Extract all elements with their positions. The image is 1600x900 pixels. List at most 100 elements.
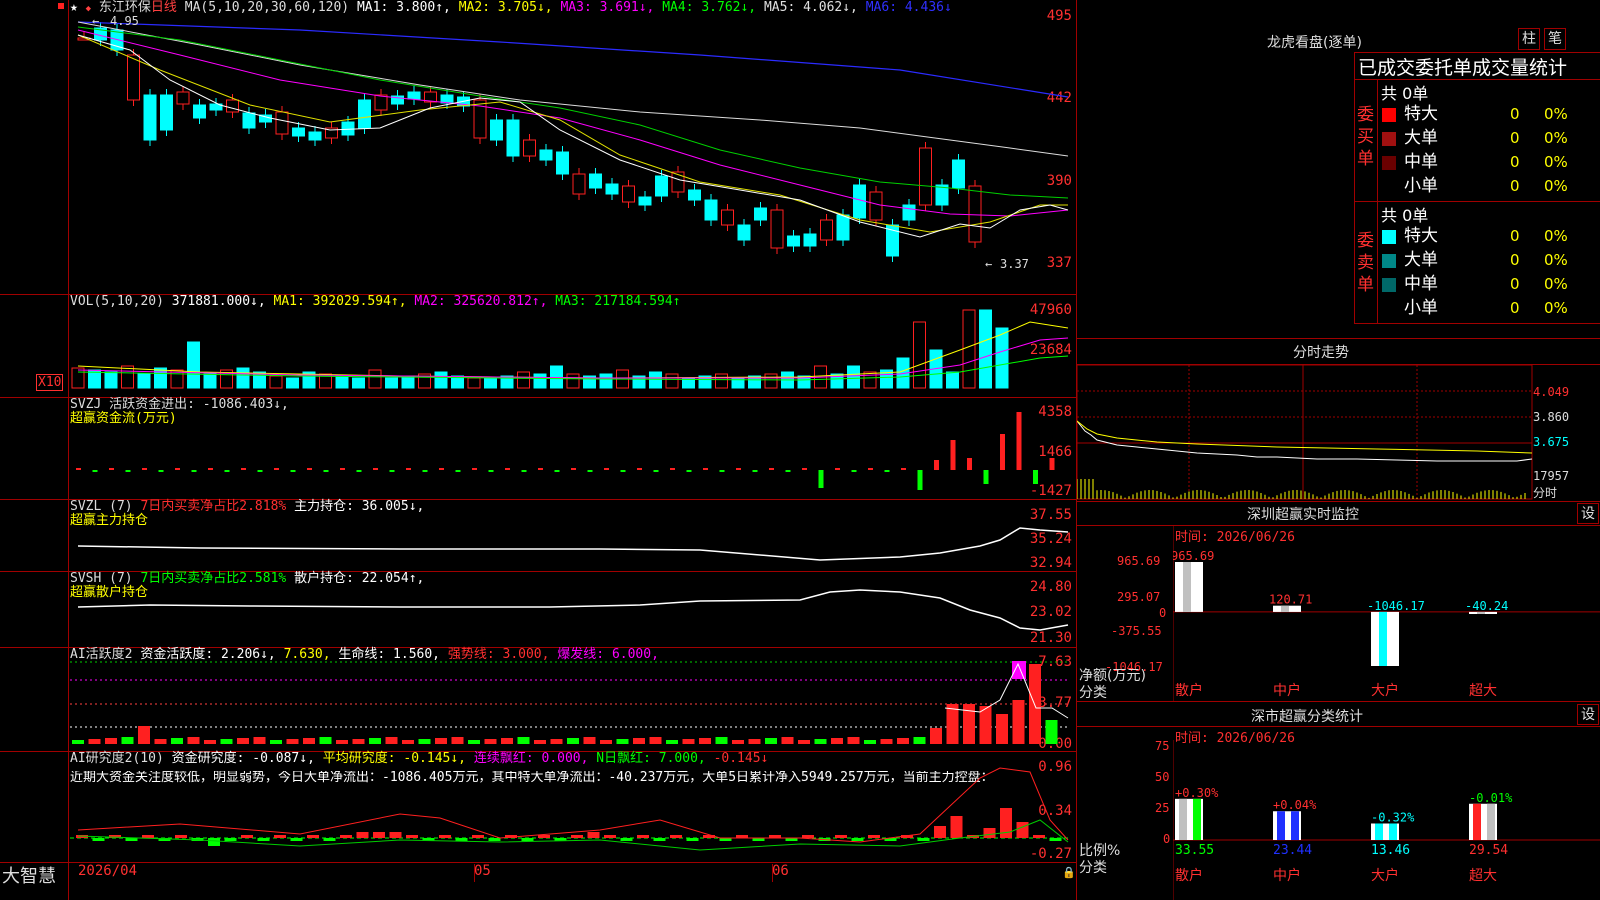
stat-axis-label: 75: [1155, 739, 1170, 753]
ai-activity-bar: [220, 739, 233, 744]
ai-research-bar: [1049, 838, 1062, 841]
ai-activity-bar: [105, 738, 117, 744]
intraday-footer: 分时: [1533, 486, 1558, 500]
ai-activity-bar: [732, 740, 744, 744]
lock-icon[interactable]: 🔒: [1062, 866, 1076, 879]
stat-bar-shade: [1389, 823, 1397, 840]
volume-bar: [137, 373, 151, 389]
ai-research-bar: [323, 838, 336, 841]
ai-research-bar: [868, 835, 880, 838]
order-type-label: 小单: [1404, 298, 1438, 318]
svzj-bar: [389, 470, 395, 472]
order-count: 0: [1510, 299, 1520, 317]
order-percent: 0%: [1544, 275, 1568, 293]
volume-bar: [599, 373, 613, 389]
ai-research-bar: [142, 835, 154, 838]
ai-research-bar: [917, 838, 930, 841]
ai-research-bar: [125, 838, 138, 841]
main-chart-area[interactable]: 495 442 390 337 ★ ◆ 东江环保日线 MA(5,10,20,30…: [0, 0, 1076, 900]
ai-research-bar: [224, 838, 237, 841]
svzj-bar: [736, 468, 741, 470]
order-color-swatch: [1382, 132, 1396, 146]
ai-activity-bar: [633, 738, 645, 744]
stat-category: 散户: [1175, 867, 1203, 884]
stat-bar-shade: [1277, 811, 1285, 840]
svzj-bar: [422, 470, 428, 472]
order-count: 0: [1510, 227, 1520, 245]
tab-bar-view[interactable]: 柱: [1518, 28, 1540, 50]
intraday-panel[interactable]: 分时走势 4.049 3.860 3.675 17957 分时: [1077, 339, 1600, 501]
volume-bar: [550, 365, 563, 389]
volume-bar: [104, 371, 118, 389]
svzj-bar: [538, 468, 543, 470]
svzj-bar: [785, 470, 791, 472]
date-label: 2026/04: [78, 863, 138, 879]
stat-value-label: 13.46: [1371, 843, 1410, 858]
tab-tick-view[interactable]: 笔: [1544, 28, 1566, 50]
svzj-bar: [1033, 470, 1038, 484]
order-percent: 0%: [1544, 227, 1568, 245]
ai-activity-bar: [616, 739, 629, 744]
stat-category: 大户: [1371, 867, 1399, 884]
svzj-bar: [488, 470, 494, 472]
ai-activity-bar: [1029, 664, 1041, 744]
stat-category: 中户: [1273, 867, 1301, 884]
buy-side-label: 委买单: [1357, 105, 1374, 169]
monitor-value-label: -1046.17: [1367, 599, 1425, 613]
ai-activity-bar: [402, 740, 414, 744]
longhu-panel: 龙虎看盘(逐单) 柱 笔 已成交委托单成交量统计 委买单 共 0单 特大 0 0% 大…: [1077, 0, 1600, 338]
ai-activity-bar: [666, 740, 678, 744]
stat-change-label: -0.01%: [1469, 791, 1513, 805]
ai-activity-bar: [270, 740, 282, 744]
monitor-value-label: 965.69: [1173, 549, 1214, 563]
stat-bar-shade: [1473, 803, 1481, 840]
ai-activity-bar: [847, 737, 860, 744]
svzj-bar: [637, 468, 642, 470]
volume-bar: [649, 371, 662, 389]
intraday-axis-label: 3.860: [1533, 410, 1570, 424]
ai-research-bar: [983, 828, 996, 838]
ai-research-bar: [637, 835, 649, 838]
svzj-bar: [505, 468, 510, 470]
longhu-title: 龙虎看盘(逐单): [1267, 35, 1362, 51]
volume-bar: [979, 309, 992, 389]
monitor-value-label: -40.24: [1465, 599, 1508, 613]
ai-research-bar: [670, 835, 682, 838]
monitor-settings-button[interactable]: 设: [1577, 503, 1599, 524]
ai-activity-bar: [253, 737, 266, 744]
ai-activity-bar: [996, 714, 1008, 744]
ai-activity-bar: [649, 737, 662, 744]
order-color-swatch: [1382, 278, 1396, 292]
volume-bar: [154, 367, 167, 389]
svzj-bar: [290, 470, 296, 472]
svzj-bar: [1000, 434, 1005, 470]
volume-bar: [203, 373, 217, 389]
ai-research-bar: [1000, 808, 1012, 838]
order-color-swatch: [1382, 230, 1396, 244]
svzj-bar: [950, 440, 956, 470]
monitor-category: 大户: [1371, 682, 1399, 699]
ai-research-bar: [241, 835, 253, 838]
order-percent: 0%: [1544, 129, 1568, 147]
stat-settings-button[interactable]: 设: [1577, 704, 1599, 725]
svzj-bar: [323, 470, 329, 472]
stat-change-label: +0.04%: [1273, 798, 1317, 812]
ai-activity-bar: [484, 739, 497, 744]
stat-bar-shade: [1291, 811, 1299, 840]
svzj-bar: [752, 470, 758, 472]
stat-bar-shade: [1375, 823, 1383, 840]
svzj-bar: [356, 470, 362, 472]
svzj-bar: [1016, 412, 1022, 470]
svzj-bar: [851, 470, 857, 472]
volume-bar: [236, 367, 250, 389]
svzj-bar: [769, 468, 774, 470]
ai-research-bar: [92, 838, 105, 841]
volume-bar: [913, 321, 926, 389]
ai-research-bar: [455, 838, 468, 841]
svzj-bar: [158, 470, 164, 472]
monitor-axis-label: 295.07: [1117, 590, 1161, 604]
ai-activity-bar: [385, 737, 398, 744]
svzj-bar: [340, 468, 345, 470]
stat-title: 深市超赢分类统计: [1251, 709, 1363, 725]
svzj-bar: [439, 468, 444, 470]
